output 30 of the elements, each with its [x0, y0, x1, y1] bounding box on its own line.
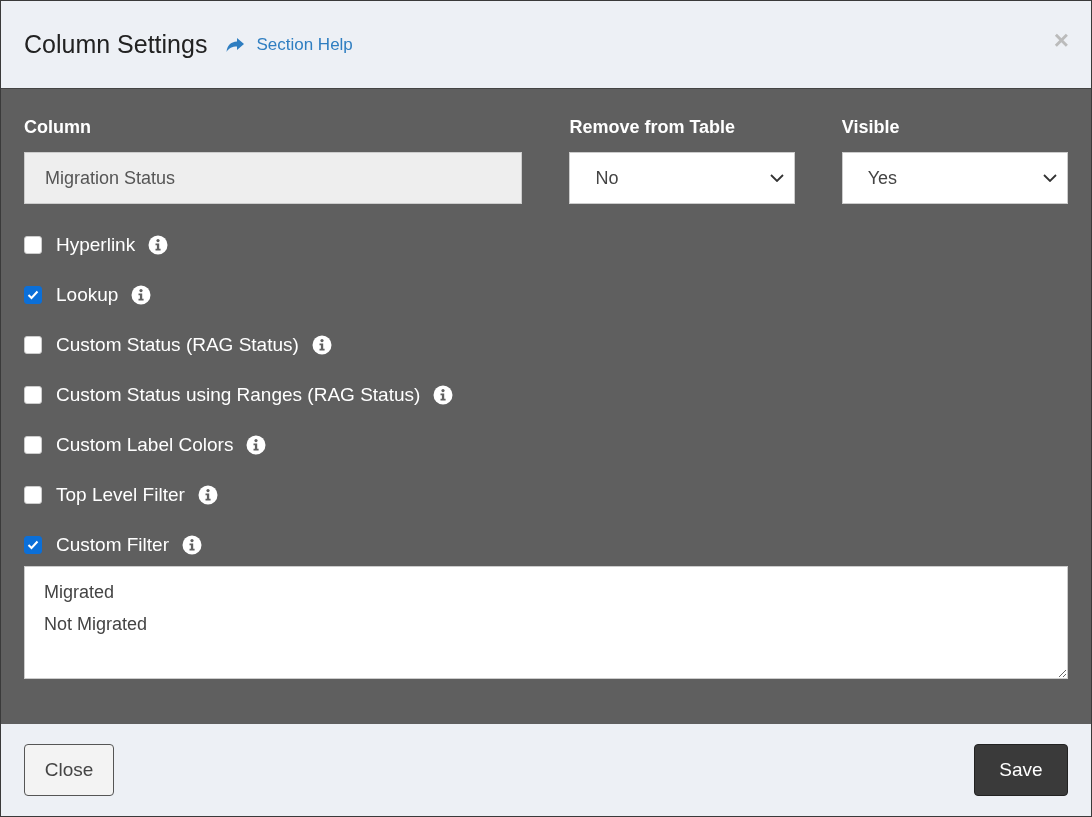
option-label: Custom Status (RAG Status) [56, 334, 299, 356]
close-dialog-button[interactable]: Close [24, 744, 114, 796]
filter-values-field[interactable]: Migrated Not Migrated [24, 566, 1068, 679]
section-help-link[interactable]: Section Help [256, 34, 353, 55]
info-icon [433, 385, 454, 405]
dropdown[interactable]: No [569, 152, 795, 204]
checkbox[interactable] [24, 286, 42, 304]
info-icon [148, 235, 169, 255]
info-icon [311, 335, 332, 355]
option-label: Custom Status using Ranges (RAG Status) [56, 384, 421, 406]
field-label: Column [24, 116, 92, 139]
option-label: Hyperlink [56, 234, 136, 256]
option-label: Top Level Filter [56, 484, 185, 506]
dropdown[interactable]: Yes [841, 152, 1068, 204]
column-name-field[interactable]: Migration Status [24, 152, 523, 204]
dialog-title: Column Settings [24, 30, 208, 59]
info-icon [197, 485, 218, 505]
chevron-down-icon [769, 174, 784, 182]
chevron-down-icon [1043, 174, 1057, 182]
field-label: Visible [841, 116, 901, 139]
share-arrow-icon [225, 36, 246, 53]
info-icon [181, 535, 202, 555]
option-label: Custom Label Colors [56, 434, 234, 456]
option-label: Lookup [56, 284, 119, 306]
field-label: Remove from Table [569, 116, 737, 139]
option-label: Custom Filter [56, 534, 169, 556]
info-icon [131, 285, 152, 305]
save-button[interactable]: Save [974, 744, 1068, 796]
info-icon [246, 435, 267, 455]
checkbox[interactable] [24, 536, 42, 554]
